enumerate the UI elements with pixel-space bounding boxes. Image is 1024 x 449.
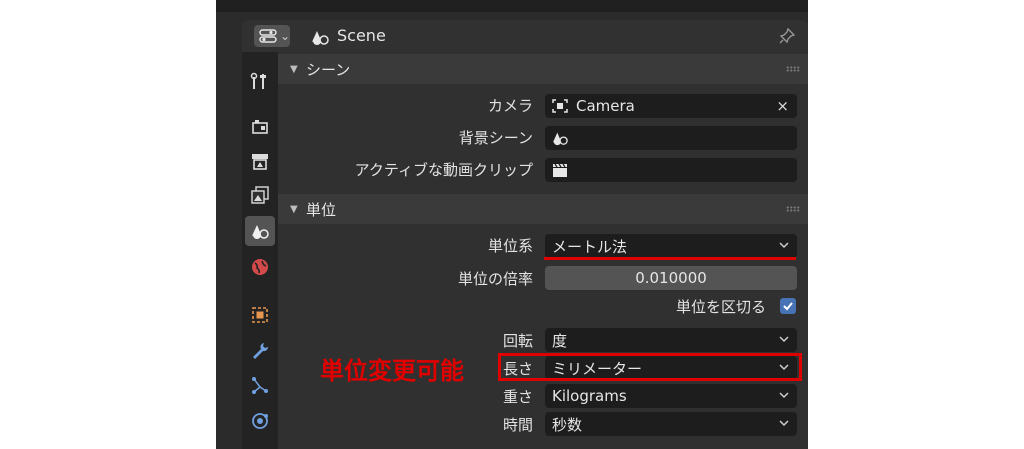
tab-physics[interactable] — [245, 406, 275, 436]
chevron-down-icon — [779, 242, 789, 249]
checkmark-icon — [783, 302, 793, 311]
render-icon — [252, 120, 268, 134]
chevron-down-icon — [779, 392, 789, 399]
editor-type-button[interactable]: ⌄ — [254, 25, 290, 47]
clapperboard-icon — [553, 163, 567, 177]
output-icon — [252, 154, 268, 170]
properties-content: ▼ シーン カメラ Camera × 背景シーン アクティブな動画クリップ ▼ … — [278, 52, 808, 449]
properties-panel: ⌄ Scene ▼ シーン カメラ Camera × 背景シーン アクティブな動… — [216, 0, 808, 449]
chevron-down-icon: ⌄ — [279, 29, 290, 43]
active-clip-label: アクティブな動画クリップ — [354, 161, 533, 179]
properties-header: ⌄ Scene — [242, 20, 808, 52]
chevron-down-icon — [779, 420, 789, 427]
drag-handle-icon[interactable] — [786, 206, 800, 212]
expand-triangle-icon: ▼ — [290, 203, 298, 215]
rotation-dropdown[interactable]: 度 — [545, 328, 797, 352]
physics-icon — [252, 413, 268, 429]
tab-scene[interactable] — [245, 216, 275, 246]
annotation-underline — [544, 257, 796, 260]
section-header-units[interactable]: ▼ 単位 — [278, 194, 808, 224]
time-label: 時間 — [502, 416, 533, 434]
object-icon — [252, 307, 268, 323]
camera-object-icon — [552, 99, 568, 113]
camera-value: Camera — [576, 97, 635, 115]
tab-modifier[interactable] — [245, 336, 275, 366]
modifier-icon — [253, 343, 269, 359]
camera-label: カメラ — [487, 97, 533, 115]
clear-icon[interactable]: × — [776, 97, 789, 115]
unit-scale-field[interactable]: 0.010000 — [545, 266, 797, 290]
mass-value: Kilograms — [552, 387, 627, 405]
unit-system-value: メートル法 — [552, 237, 628, 256]
mass-label: 重さ — [502, 388, 533, 406]
tab-particles[interactable] — [245, 370, 275, 400]
pin-icon[interactable] — [778, 27, 796, 45]
background-scene-label: 背景シーン — [458, 129, 533, 147]
scene-icon — [312, 31, 329, 45]
properties-editor-icon — [259, 29, 277, 43]
scene-icon — [252, 225, 269, 239]
rotation-label: 回転 — [502, 332, 533, 350]
drag-handle-icon[interactable] — [786, 66, 800, 72]
annotation-text: 単位変更可能 — [320, 357, 464, 385]
chevron-down-icon — [779, 336, 789, 343]
time-value: 秒数 — [552, 415, 583, 434]
unit-system-label: 単位系 — [487, 237, 533, 255]
tab-tool[interactable] — [245, 66, 275, 96]
view-layer-icon — [251, 186, 269, 204]
active-clip-field[interactable] — [545, 158, 797, 182]
unit-system-dropdown[interactable]: メートル法 — [545, 234, 797, 258]
particles-icon — [252, 377, 268, 394]
section-title: 単位 — [306, 200, 337, 219]
section-title: シーン — [306, 60, 351, 79]
rotation-value: 度 — [552, 331, 568, 350]
properties-tab-bar — [242, 52, 278, 449]
annotation-highlight-box — [498, 353, 802, 381]
tab-output[interactable] — [245, 146, 275, 176]
time-dropdown[interactable]: 秒数 — [545, 412, 797, 436]
background-scene-field[interactable] — [545, 126, 797, 150]
world-icon — [252, 259, 268, 275]
tool-icon — [250, 72, 266, 89]
scene-icon — [552, 132, 568, 146]
tab-view-layer[interactable] — [245, 180, 275, 210]
expand-triangle-icon: ▼ — [290, 63, 298, 75]
separate-units-checkbox[interactable] — [780, 298, 796, 314]
tab-render[interactable] — [245, 112, 275, 142]
mass-dropdown[interactable]: Kilograms — [545, 384, 797, 408]
separate-units-label: 単位を区切る — [675, 298, 766, 316]
unit-scale-label: 単位の倍率 — [457, 270, 533, 288]
section-header-scene[interactable]: ▼ シーン — [278, 54, 808, 84]
top-strip — [216, 0, 808, 12]
tab-world[interactable] — [245, 252, 275, 282]
context-label: Scene — [337, 26, 386, 45]
tab-object[interactable] — [245, 300, 275, 330]
camera-field[interactable]: Camera × — [545, 94, 797, 118]
